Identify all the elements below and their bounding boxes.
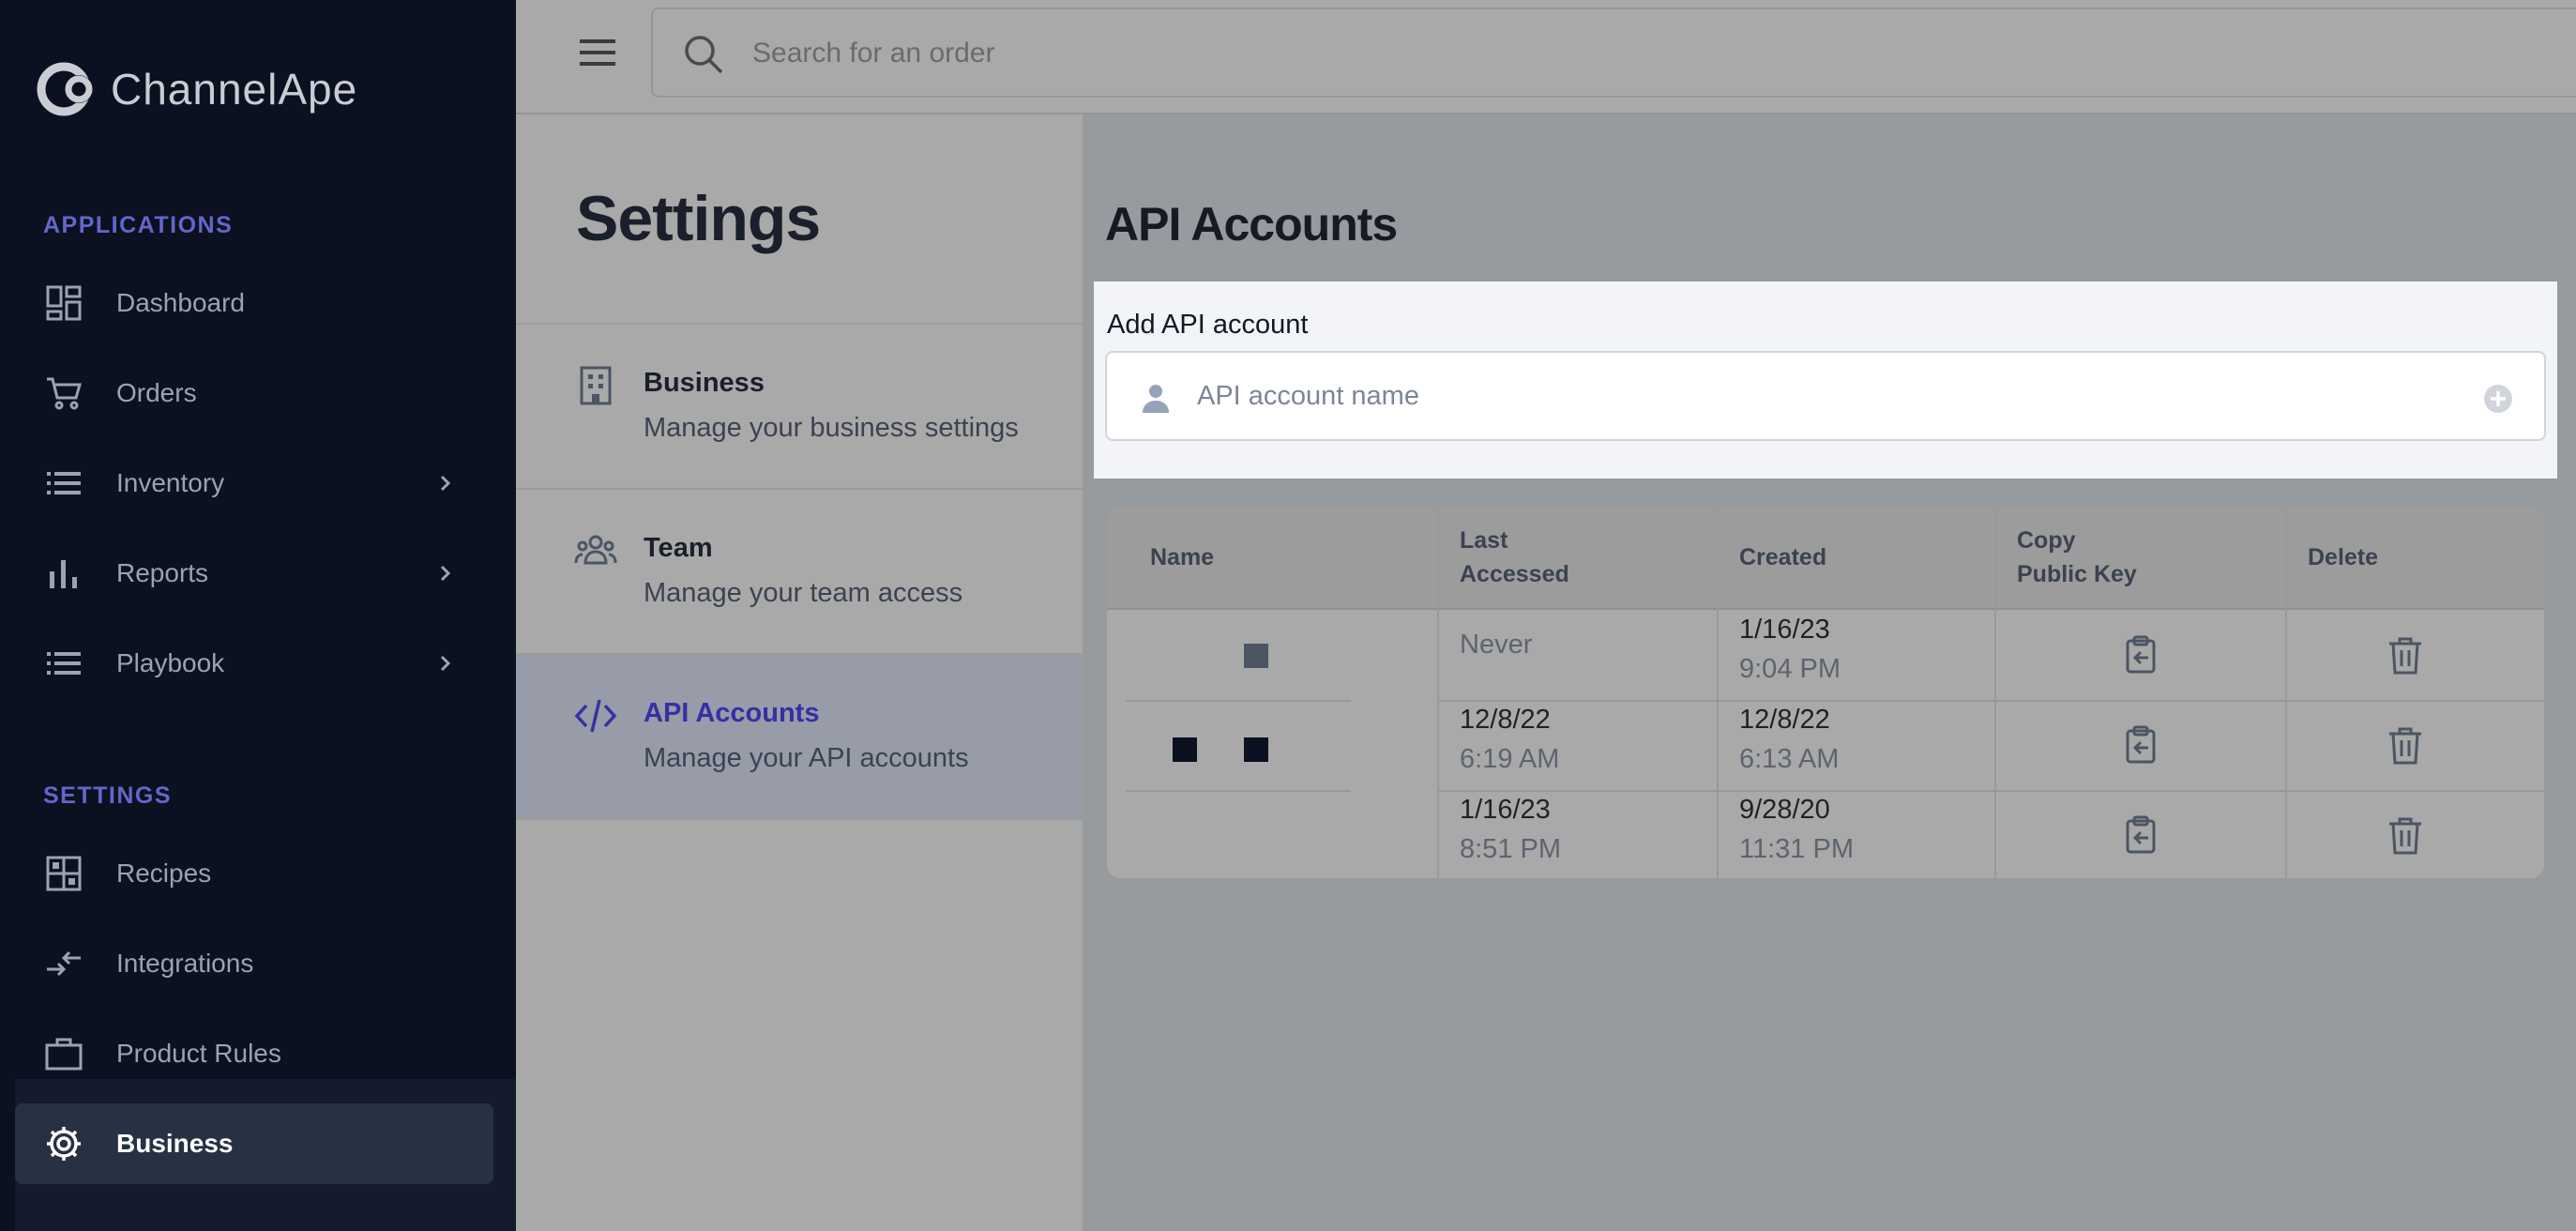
add-api-account-form: Add API account API account name — [1094, 281, 2557, 479]
settings-item-team[interactable]: Team Manage your team access — [516, 488, 1083, 653]
sidebar-item-label: Product Rules — [116, 1039, 281, 1068]
sidebar-item-dashboard[interactable]: Dashboard — [15, 263, 493, 343]
api-accounts-table: Name Last Accessed Created Copy Public K… — [1105, 505, 2546, 880]
table-row-2-created: 12/8/22 6:13 AM — [1739, 705, 1840, 774]
delete-trash-icon[interactable] — [2385, 634, 2426, 676]
column-divider — [2285, 507, 2287, 878]
column-divider — [1994, 507, 1996, 878]
table-row-3-last-accessed: 1/16/23 8:51 PM — [1460, 795, 1561, 864]
code-icon — [574, 699, 617, 733]
copy-public-key-icon[interactable] — [2120, 634, 2161, 676]
copy-public-key-icon[interactable] — [2120, 724, 2161, 766]
sidebar-item-label: Playbook — [116, 648, 225, 677]
integrations-icon — [43, 943, 84, 984]
redacted-name-block — [1244, 644, 1268, 668]
column-divider — [1437, 507, 1439, 878]
section-label-applications: APPLICATIONS — [43, 212, 234, 238]
settings-item-description: Manage your team access — [644, 578, 963, 608]
row-divider — [1126, 700, 1351, 702]
sidebar-item-label: Reports — [116, 558, 209, 587]
hamburger-menu-icon[interactable] — [578, 36, 617, 69]
settings-divider — [516, 818, 1083, 820]
settings-item-title: Business — [644, 368, 765, 398]
sidebar-item-integrations[interactable]: Integrations — [15, 923, 493, 1004]
search-placeholder: Search for an order — [752, 38, 995, 68]
settings-item-api-accounts[interactable]: API Accounts Manage your API accounts — [516, 653, 1083, 818]
column-header-last-accessed: Last Accessed — [1460, 527, 1569, 587]
table-row-1-last-accessed: Never — [1460, 630, 1533, 660]
section-title: API Accounts — [1105, 198, 1398, 251]
search-icon — [685, 36, 723, 74]
sidebar-item-inventory[interactable]: Inventory — [15, 443, 493, 524]
redacted-name-block — [1244, 737, 1268, 762]
page-title: Settings — [576, 183, 821, 254]
settings-item-description: Manage your API accounts — [644, 743, 969, 773]
sidebar-item-label: Orders — [116, 378, 197, 407]
bar-chart-icon — [43, 553, 84, 594]
settings-item-title: API Accounts — [644, 698, 820, 728]
chevron-right-icon — [440, 655, 451, 672]
table-row-3-created: 9/28/20 11:31 PM — [1739, 795, 1854, 864]
table-row-2-last-accessed: 12/8/22 6:19 AM — [1460, 705, 1560, 774]
api-accounts-panel: API Accounts Add API account API account… — [1084, 114, 2576, 1231]
settings-item-description: Manage your business settings — [644, 413, 1019, 443]
redacted-name-block — [1173, 737, 1197, 762]
table-row-1-created: 1/16/23 9:04 PM — [1739, 615, 1841, 684]
api-account-name-placeholder: API account name — [1197, 381, 1419, 411]
logo-text: ChannelApe — [111, 65, 358, 114]
column-header-copy-public-key: Copy Public Key — [2017, 527, 2137, 587]
channelape-logo-icon — [37, 62, 93, 116]
sidebar-item-recipes[interactable]: Recipes — [15, 833, 493, 914]
sidebar-item-playbook[interactable]: Playbook — [15, 623, 493, 704]
column-header-delete: Delete — [2308, 544, 2379, 570]
top-bar: Search for an order — [516, 0, 2576, 114]
settings-nav: Settings Business Manage your business s… — [516, 114, 1084, 1231]
logo[interactable]: ChannelApe — [34, 58, 357, 120]
copy-public-key-icon[interactable] — [2120, 814, 2161, 856]
chevron-right-icon — [440, 565, 451, 582]
delete-trash-icon[interactable] — [2385, 724, 2426, 766]
search-input[interactable]: Search for an order — [651, 8, 2576, 98]
sidebar-item-business[interactable]: Business — [15, 1103, 493, 1184]
cart-icon — [43, 372, 84, 414]
chevron-right-icon — [440, 475, 451, 492]
sidebar-item-label: Integrations — [116, 949, 254, 978]
sidebar: ChannelApe APPLICATIONS Dashboard Orders… — [0, 0, 516, 1231]
column-header-created: Created — [1739, 544, 1827, 570]
dashboard-icon — [43, 282, 84, 324]
sidebar-item-label: Recipes — [116, 859, 212, 888]
row-divider — [1437, 700, 2544, 702]
column-header-name: Name — [1150, 544, 1215, 570]
sidebar-item-label: Inventory — [116, 468, 225, 497]
add-api-account-label: Add API account — [1107, 310, 1309, 340]
sidebar-item-label: Dashboard — [116, 288, 245, 317]
row-divider — [1437, 790, 2544, 792]
column-divider — [1717, 507, 1719, 878]
api-account-name-input[interactable]: API account name — [1105, 351, 2546, 441]
briefcase-icon — [43, 1033, 84, 1074]
list-icon — [43, 463, 84, 504]
person-icon — [1143, 385, 1169, 413]
sidebar-item-orders[interactable]: Orders — [15, 353, 493, 433]
row-divider — [1126, 790, 1351, 792]
gear-icon — [43, 1123, 84, 1164]
list-icon — [43, 643, 84, 684]
recipes-icon — [43, 853, 84, 894]
team-icon — [574, 535, 617, 565]
add-circle-icon[interactable] — [2482, 383, 2514, 415]
delete-trash-icon[interactable] — [2385, 814, 2426, 856]
building-icon — [580, 366, 612, 405]
settings-item-title: Team — [644, 533, 713, 563]
section-label-settings: SETTINGS — [43, 783, 173, 809]
settings-item-business[interactable]: Business Manage your business settings — [516, 323, 1083, 488]
sidebar-item-reports[interactable]: Reports — [15, 533, 493, 614]
sidebar-item-label: Business — [116, 1129, 234, 1158]
